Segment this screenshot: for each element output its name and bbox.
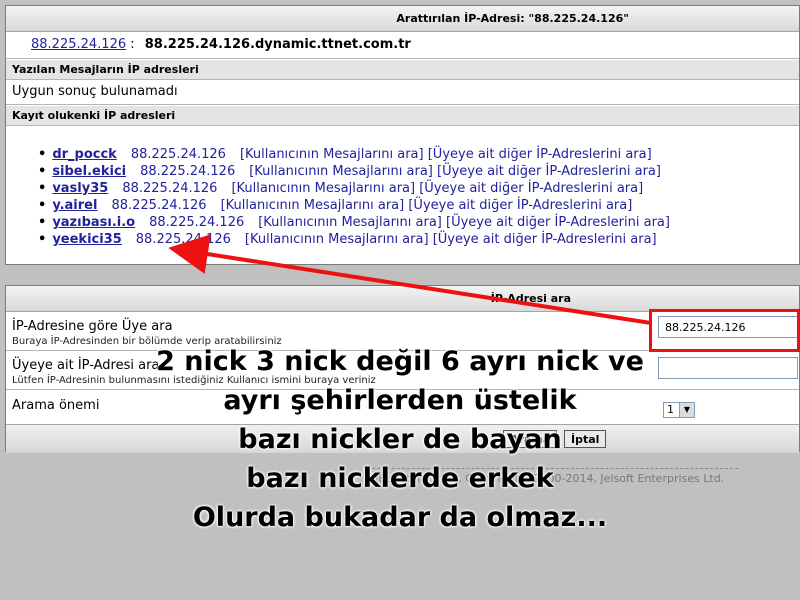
caption-line: ayrı şehirlerden üstelik <box>223 385 577 416</box>
overlay-caption: 2 nick 3 nick değil 6 ayrı nick ve ayrı … <box>0 342 800 537</box>
caption-line: 2 nick 3 nick değil 6 ayrı nick ve <box>156 346 644 377</box>
caption-line: bazı nicklerde erkek <box>246 463 554 494</box>
arrow-line <box>168 234 652 325</box>
caption-line: Olurda bukadar da olmaz... <box>192 502 608 533</box>
caption-line: bazı nickler de bayan <box>238 424 562 455</box>
